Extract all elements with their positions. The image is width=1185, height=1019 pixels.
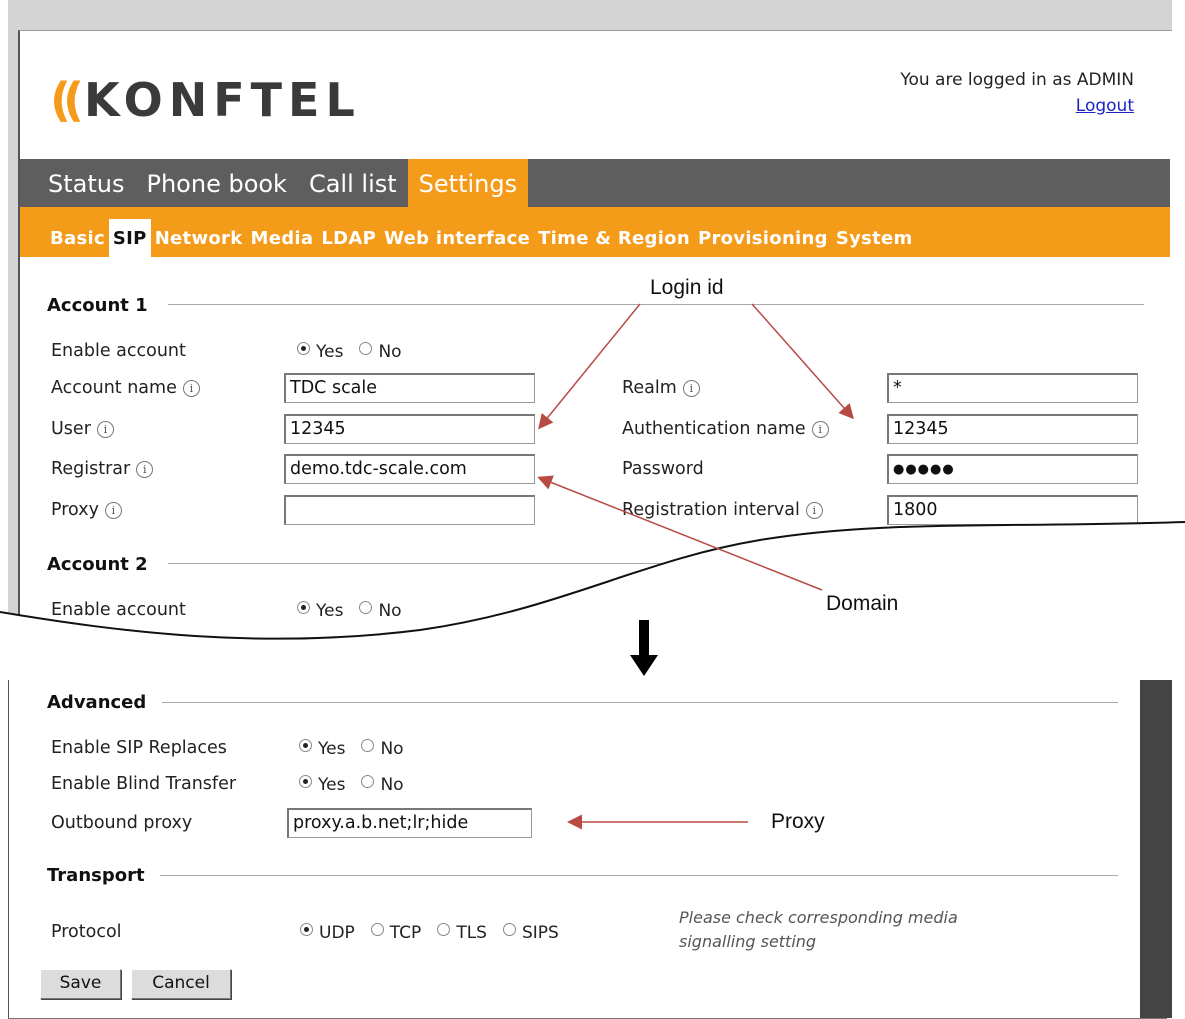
sip-replaces-radio: Yes No bbox=[299, 739, 404, 759]
annotation-proxy: Proxy bbox=[771, 810, 825, 833]
radio-no[interactable] bbox=[361, 775, 375, 788]
cancel-button[interactable]: Cancel bbox=[131, 969, 231, 999]
transport-divider bbox=[160, 875, 1118, 876]
protocol-label: Protocol bbox=[51, 922, 122, 942]
blind-transfer-label: Enable Blind Transfer bbox=[51, 774, 237, 794]
annotation-domain: Domain bbox=[826, 592, 899, 615]
annotation-login-id: Login id bbox=[650, 276, 724, 299]
blind-transfer-radio: Yes No bbox=[299, 775, 404, 795]
protocol-radio-group: UDP TCP TLS SIPS bbox=[300, 923, 559, 943]
transport-title: Transport bbox=[47, 865, 145, 886]
login-id-arrow-left bbox=[538, 303, 641, 430]
radio-yes[interactable] bbox=[299, 775, 312, 788]
radio-tls[interactable] bbox=[437, 923, 451, 936]
advanced-title: Advanced bbox=[47, 692, 147, 713]
radio-no[interactable] bbox=[361, 739, 375, 752]
radio-yes[interactable] bbox=[299, 739, 312, 752]
radio-sips[interactable] bbox=[502, 923, 516, 936]
advanced-divider bbox=[162, 702, 1118, 703]
radio-tcp[interactable] bbox=[370, 923, 384, 936]
protocol-note: Please check corresponding media signall… bbox=[679, 908, 958, 951]
login-id-arrow-right bbox=[751, 303, 854, 420]
down-arrow-shaft bbox=[639, 620, 649, 658]
torn-edge-fill bbox=[0, 522, 1185, 680]
proxy-arrow-overlay bbox=[567, 814, 748, 830]
torn-edge-overlay bbox=[0, 303, 1185, 680]
radio-udp[interactable] bbox=[300, 923, 313, 936]
sip-replaces-label: Enable SIP Replaces bbox=[51, 738, 227, 758]
save-button[interactable]: Save bbox=[40, 969, 121, 999]
